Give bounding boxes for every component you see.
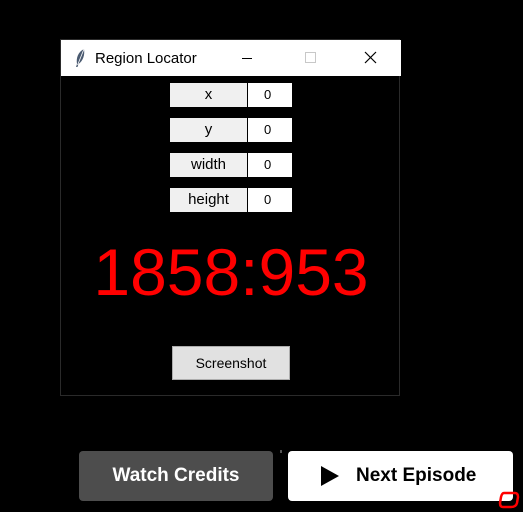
cursor-marker-icon xyxy=(498,491,520,509)
next-episode-button[interactable]: Next Episode xyxy=(288,451,513,501)
field-label-x: x xyxy=(170,83,247,107)
field-label-width: width xyxy=(170,153,247,177)
close-button[interactable] xyxy=(347,40,393,76)
title-bar[interactable]: Region Locator xyxy=(61,40,401,76)
field-label-height: height xyxy=(170,188,247,212)
minimize-icon xyxy=(242,58,252,59)
region-locator-window: Region Locator x y xyxy=(60,39,401,396)
divider-tick xyxy=(280,450,282,453)
width-input[interactable] xyxy=(248,153,292,177)
y-input[interactable] xyxy=(248,118,292,142)
height-input[interactable] xyxy=(248,188,292,212)
close-icon xyxy=(364,51,377,64)
window-title: Region Locator xyxy=(95,50,197,67)
feather-icon xyxy=(76,48,85,67)
x-input[interactable] xyxy=(248,83,292,107)
minimize-button[interactable] xyxy=(224,40,270,76)
desktop-screen: Region Locator x y xyxy=(0,0,523,512)
coordinate-readout: 1858:953 xyxy=(93,235,369,309)
screenshot-button[interactable]: Screenshot xyxy=(172,346,290,380)
next-episode-label: Next Episode xyxy=(356,465,477,486)
play-icon xyxy=(321,466,339,486)
watch-credits-button[interactable]: Watch Credits xyxy=(79,451,273,501)
field-label-y: y xyxy=(170,118,247,142)
maximize-button[interactable] xyxy=(287,40,333,76)
maximize-icon xyxy=(305,52,316,63)
